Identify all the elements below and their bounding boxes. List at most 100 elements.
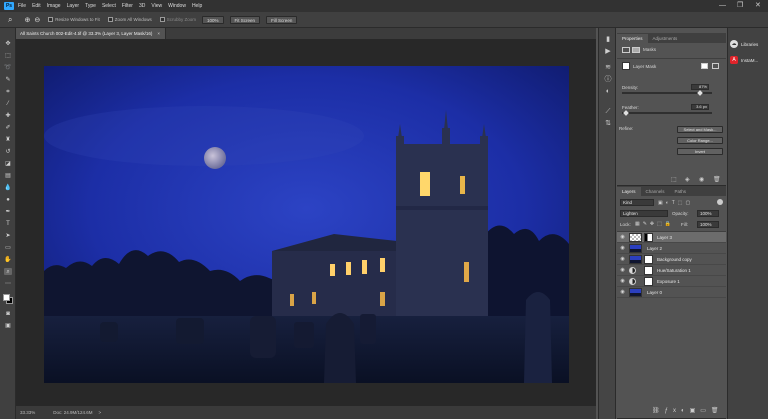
visibility-eye-icon[interactable]: ◉ (619, 278, 626, 285)
menu-help[interactable]: Help (192, 3, 202, 9)
layer-row[interactable]: ◉ Layer 3 (617, 232, 726, 243)
move-tool-icon[interactable]: ✥ (4, 40, 12, 47)
color-icon[interactable]: ◐ (604, 88, 612, 96)
select-and-mask-button[interactable]: Select and Mask... (677, 126, 723, 133)
add-vector-mask-icon[interactable] (712, 63, 719, 69)
feather-value[interactable]: 3.6 px (691, 104, 709, 110)
document-tab[interactable]: All Saints Church 002-Edit-4.tif @ 33.3%… (16, 28, 166, 39)
eyedropper-tool-icon[interactable]: ⁄ (4, 100, 12, 107)
layer-name[interactable]: Layer 3 (657, 232, 672, 243)
tab-paths[interactable]: Paths (670, 187, 692, 196)
menu-filter[interactable]: Filter (122, 3, 133, 9)
hand-tool-icon[interactable]: ✋ (4, 256, 12, 263)
menu-file[interactable]: File (18, 3, 26, 9)
minimize-button[interactable]: — (719, 2, 726, 10)
shape-tool-icon[interactable]: ▭ (4, 244, 12, 251)
menu-view[interactable]: View (151, 3, 162, 9)
layer-mask-thumbnail[interactable] (644, 277, 653, 286)
libraries-panel-button[interactable]: ☁ Libraries (730, 38, 768, 50)
density-value[interactable]: 87% (691, 84, 709, 90)
history-icon[interactable]: ▮ (604, 36, 612, 44)
instamask-panel-button[interactable]: A InstaM... (730, 54, 768, 66)
type-tool-icon[interactable]: T (4, 220, 12, 227)
fill-input[interactable]: 100% (697, 221, 719, 228)
path-select-icon[interactable]: ➤ (4, 232, 12, 239)
tab-properties[interactable]: Properties (617, 34, 648, 43)
zoom-in-icon[interactable]: ⊕ (24, 16, 30, 24)
swatches-icon[interactable]: ⟋ (604, 108, 612, 116)
delete-mask-icon[interactable]: 🗑 (713, 176, 721, 183)
blur-tool-icon[interactable]: 💧 (4, 184, 12, 191)
tab-layers[interactable]: Layers (617, 187, 641, 196)
layer-mask-thumbnail[interactable] (644, 255, 653, 264)
more-tools-icon[interactable]: ⋯ (4, 280, 12, 287)
marquee-tool-icon[interactable]: ⬚ (4, 52, 12, 59)
layer-mask-thumbnail[interactable] (644, 266, 653, 275)
menu-type[interactable]: Type (85, 3, 96, 9)
feather-slider-track[interactable] (622, 112, 712, 114)
clone-stamp-icon[interactable]: ♜ (4, 136, 12, 143)
lock-icons[interactable]: ▦✎✥⬚🔒 (635, 221, 674, 227)
history-brush-icon[interactable]: ↺ (4, 148, 12, 155)
layer-filter-select[interactable]: Kind (620, 199, 654, 206)
brush-tool-icon[interactable]: ✐ (4, 124, 12, 131)
info-icon[interactable]: ⓘ (604, 76, 612, 84)
tab-channels[interactable]: Channels (641, 187, 670, 196)
layer-name[interactable]: Layer 0 (647, 287, 662, 298)
vector-mask-icon[interactable] (632, 47, 640, 53)
fit-screen-button[interactable]: Fit Screen (229, 15, 261, 24)
healing-brush-icon[interactable]: ✚ (4, 112, 12, 119)
layer-row[interactable]: ◉ Layer 0 (617, 287, 726, 298)
feather-slider-thumb[interactable] (622, 110, 629, 116)
layer-filter-icons[interactable]: ▣◐T⬚▢ (658, 200, 693, 206)
layer-name[interactable]: Exposure 1 (657, 276, 680, 287)
invert-button[interactable]: Invert (677, 148, 723, 155)
scrubby-zoom-checkbox[interactable]: Scrubby Zoom (159, 17, 196, 22)
close-tab-icon[interactable]: × (157, 31, 160, 36)
menu-edit[interactable]: Edit (32, 3, 41, 9)
menu-3d[interactable]: 3D (139, 3, 145, 9)
tab-adjustments[interactable]: Adjustments (648, 34, 683, 43)
fill-screen-button[interactable]: Fill Screen (266, 15, 298, 24)
zoom-100-button[interactable]: 100% (202, 15, 224, 24)
layer-mask-thumbnail[interactable] (644, 233, 653, 242)
menu-select[interactable]: Select (102, 3, 116, 9)
zoom-tool-icon[interactable]: ⌕ (4, 268, 12, 275)
layer-actions-icons[interactable]: ⛓ƒx◐▣▭🗑 (652, 407, 724, 414)
color-range-button[interactable]: Color Range... (677, 137, 723, 144)
menu-image[interactable]: Image (47, 3, 61, 9)
gradient-tool-icon[interactable]: ▤ (4, 172, 12, 179)
visibility-eye-icon[interactable]: ◉ (619, 256, 626, 263)
disable-mask-icon[interactable]: ◉ (699, 176, 704, 183)
adjustments-icon[interactable]: ⇅ (604, 120, 612, 128)
photoshop-logo-icon[interactable]: Ps (4, 2, 14, 10)
foreground-color-swatch[interactable] (3, 294, 10, 301)
apply-mask-icon[interactable]: ◈ (685, 176, 690, 183)
blend-mode-select[interactable]: Lighten (620, 210, 668, 217)
zoom-tool-icon[interactable]: ⌕ (8, 15, 12, 25)
layer-row[interactable]: ◉ Layer 2 (617, 243, 726, 254)
zoom-all-windows-checkbox[interactable]: Zoom All Windows (107, 17, 152, 22)
quick-mask-icon[interactable]: ◙ (4, 310, 12, 317)
brush-presets-icon[interactable]: ≋ (604, 64, 612, 72)
menu-layer[interactable]: Layer (67, 3, 80, 9)
visibility-eye-icon[interactable]: ◉ (619, 245, 626, 252)
eraser-tool-icon[interactable]: ◪ (4, 160, 12, 167)
load-selection-icon[interactable]: ⬚ (671, 176, 677, 183)
screen-mode-icon[interactable]: ▣ (4, 322, 12, 329)
select-pixel-mask-icon[interactable] (701, 63, 708, 69)
lasso-tool-icon[interactable]: ➰ (4, 64, 12, 71)
maximize-button[interactable]: ❐ (737, 2, 743, 10)
visibility-eye-icon[interactable]: ◉ (619, 267, 626, 274)
play-actions-icon[interactable]: ▶ (604, 48, 612, 56)
layer-row[interactable]: ◉ Background copy (617, 254, 726, 265)
zoom-level[interactable]: 33.33% (20, 410, 35, 415)
status-menu-arrow[interactable]: > (99, 410, 102, 415)
visibility-eye-icon[interactable]: ◉ (619, 289, 626, 296)
layer-name[interactable]: Background copy (657, 254, 692, 265)
resize-windows-checkbox[interactable]: Resize Windows to Fit (48, 17, 100, 22)
quick-select-tool-icon[interactable]: ✎ (4, 76, 12, 83)
zoom-out-icon[interactable]: ⊖ (34, 16, 40, 24)
visibility-eye-icon[interactable]: ◉ (619, 234, 626, 241)
menu-window[interactable]: Window (168, 3, 186, 9)
